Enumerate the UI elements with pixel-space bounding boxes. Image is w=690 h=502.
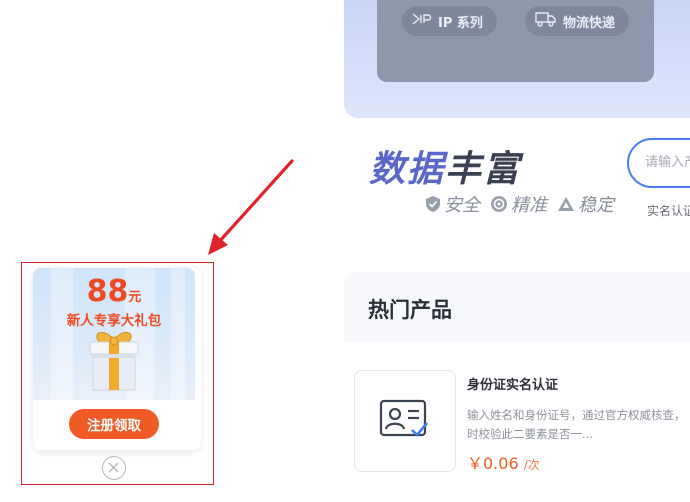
truck-icon (535, 11, 557, 31)
feature-tag-accurate-label: 精准 (511, 195, 547, 216)
realname-subtext: 实名认证 (647, 204, 690, 218)
stable-icon (558, 197, 574, 211)
annotation-arrow (208, 159, 294, 255)
hero-banner: IP 系列 物流快递 (344, 0, 690, 118)
register-claim-button[interactable]: 注册领取 (69, 409, 159, 439)
close-icon (108, 462, 119, 473)
gift-amount-unit: 元 (128, 290, 142, 305)
gift-banner[interactable]: 88元 新人专享大礼包 (33, 268, 195, 400)
gift-popup: 88元 新人专享大礼包 注册领取 (33, 268, 201, 450)
feature-tag-stable-label: 稳定 (578, 195, 614, 216)
popup-close-button[interactable] (102, 456, 126, 480)
gift-subtitle: 新人专享大礼包 (66, 313, 162, 329)
feature-title: 数据丰富 (369, 140, 521, 192)
search-input[interactable] (643, 154, 690, 171)
feature-tag-safe-label: 安全 (444, 195, 480, 216)
shield-icon (426, 196, 440, 212)
hot-products-title: 热门产品 (368, 298, 452, 322)
gift-box-icon (89, 332, 139, 391)
hero-panel: IP 系列 物流快递 (377, 0, 654, 82)
feature-tag-accurate: 精准 (490, 191, 547, 217)
feature-title-rest: 丰富 (445, 149, 522, 190)
product-desc-line1: 输入姓名和身份证号，通过官方权威核查， (467, 408, 686, 422)
tag-ip-series[interactable]: IP 系列 (402, 6, 497, 36)
product-price-unit: /次 (523, 458, 540, 472)
target-icon (491, 196, 507, 212)
tag-logistics[interactable]: 物流快递 (525, 6, 630, 36)
id-card-icon (379, 399, 428, 437)
product-image[interactable] (354, 370, 456, 472)
product-description: 输入姓名和身份证号，通过官方权威核查， 时校验此二要素是否一... (467, 406, 690, 444)
feature-tag-safe: 安全 (425, 191, 480, 217)
hot-products-list: 身份证实名认证 输入姓名和身份证号，通过官方权威核查， 时校验此二要素是否一..… (344, 342, 690, 502)
feature-tag-stable: 稳定 (557, 191, 614, 217)
hot-products-section: 热门产品 身份证实名认证 输入姓名和身份证号，通过官方权威核查， 时校验此二要素… (344, 272, 690, 502)
gift-amount-value: 88 (86, 274, 129, 309)
feature-tags: 安全 精准 稳定 (425, 191, 614, 217)
search-box[interactable] (627, 138, 690, 188)
product-name[interactable]: 身份证实名认证 (467, 374, 558, 393)
tag-logistics-label: 物流快递 (563, 15, 616, 31)
ip-icon (412, 12, 432, 30)
product-desc-line2: 时校验此二要素是否一... (467, 427, 593, 441)
product-price: ￥0.06 /次 (467, 450, 540, 474)
feature-title-accent: 数据 (369, 149, 446, 190)
tag-ip-label: IP 系列 (438, 15, 483, 31)
product-price-value: ￥0.06 (467, 454, 519, 473)
gift-amount: 88元 (33, 274, 195, 309)
